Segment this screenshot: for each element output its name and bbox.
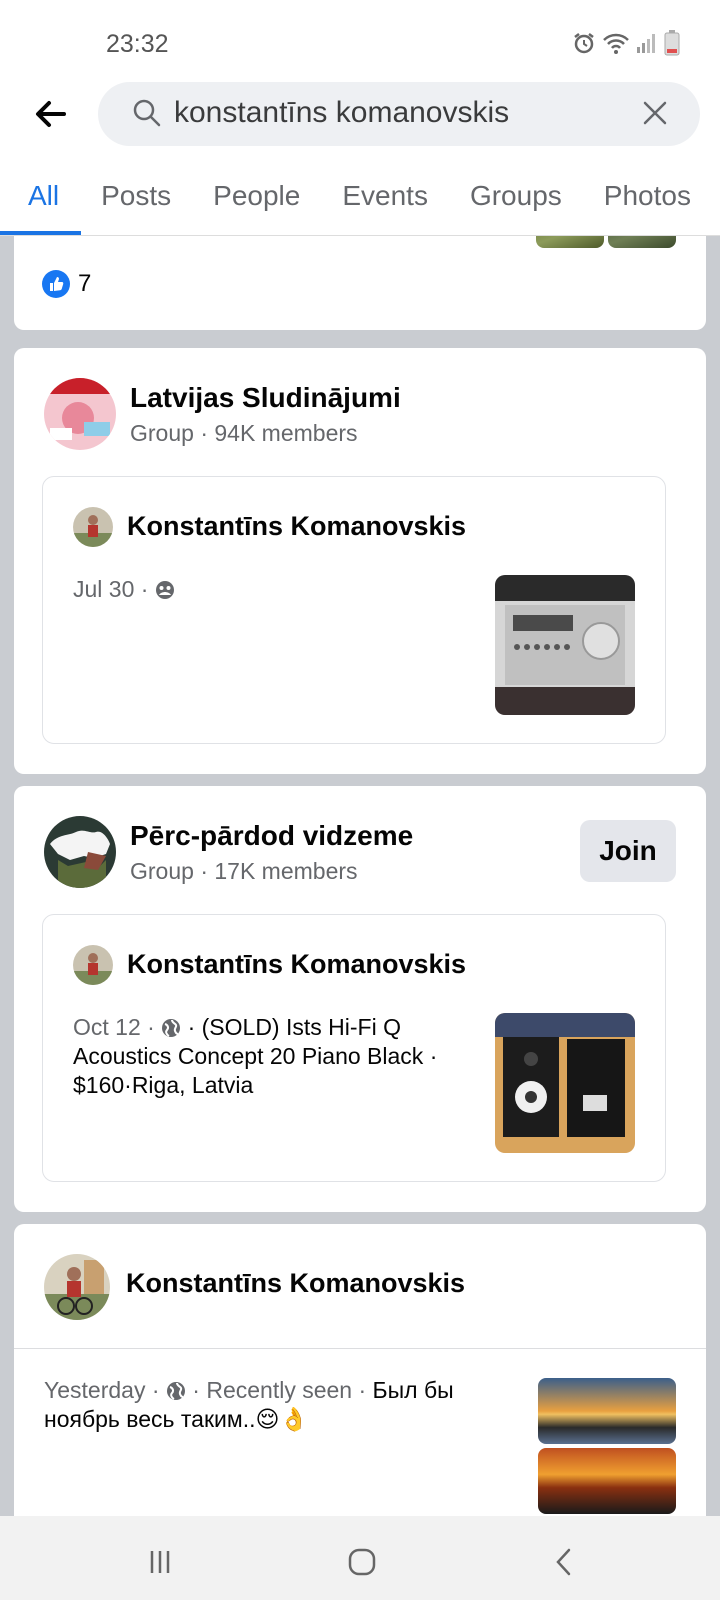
group-result-card[interactable]: Pērc-pārdod vidzeme Group · 17K members … xyxy=(14,786,706,1212)
system-nav-bar xyxy=(0,1516,720,1600)
clear-search-icon[interactable] xyxy=(640,98,670,133)
photo-thumbnail[interactable] xyxy=(536,236,604,248)
group-post[interactable]: Konstantīns Komanovskis Jul 30 · xyxy=(42,476,666,744)
search-icon xyxy=(132,98,162,133)
globe-icon xyxy=(166,1377,186,1403)
author-avatar[interactable] xyxy=(44,1254,110,1320)
group-result-card[interactable]: Latvijas Sludinājumi Group · 94K members… xyxy=(14,348,706,774)
group-avatar[interactable] xyxy=(44,378,116,450)
group-name[interactable]: Latvijas Sludinājumi xyxy=(130,382,401,414)
sunset-photo[interactable] xyxy=(538,1378,676,1444)
author-avatar[interactable] xyxy=(73,945,113,985)
post-result-card[interactable]: Konstantīns Komanovskis Yesterday · · Re… xyxy=(14,1224,706,1516)
group-post[interactable]: Konstantīns Komanovskis Oct 12 · · (SOLD… xyxy=(42,914,666,1182)
tab-groups[interactable]: Groups xyxy=(470,160,562,235)
reaction-count[interactable]: 7 xyxy=(42,270,91,298)
author-name[interactable]: Konstantīns Komanovskis xyxy=(127,511,466,542)
group-subtitle: Group · 94K members xyxy=(130,420,358,446)
group-avatar[interactable] xyxy=(44,816,116,888)
author-name[interactable]: Konstantīns Komanovskis xyxy=(127,949,466,980)
post-photo[interactable] xyxy=(495,575,635,715)
globe-icon xyxy=(161,1014,181,1040)
author-name[interactable]: Konstantīns Komanovskis xyxy=(126,1268,465,1299)
tab-photos[interactable]: Photos xyxy=(604,160,691,235)
recent-apps-icon[interactable] xyxy=(140,1542,180,1582)
result-card: 7 xyxy=(14,236,706,330)
status-time: 23:32 xyxy=(106,30,169,58)
wifi-icon xyxy=(602,31,630,60)
signal-icon xyxy=(636,31,658,60)
sunset-photo[interactable] xyxy=(538,1448,676,1514)
join-button[interactable]: Join xyxy=(580,820,676,882)
post-meta: Yesterday · · Recently seen · Был бы ноя… xyxy=(44,1376,494,1434)
post-date: Jul 30 · xyxy=(73,576,149,602)
post-meta: Oct 12 · · (SOLD) Ists Hi-Fi Q Acoustics… xyxy=(73,1013,463,1100)
search-query[interactable]: konstantīns komanovskis xyxy=(174,96,509,130)
group-subtitle: Group · 17K members xyxy=(130,858,358,884)
like-count: 7 xyxy=(78,270,92,297)
back-arrow-icon[interactable] xyxy=(28,92,72,136)
like-icon xyxy=(42,270,70,298)
group-name[interactable]: Pērc-pārdod vidzeme xyxy=(130,820,413,852)
back-icon[interactable] xyxy=(544,1542,584,1582)
recently-seen: · Recently seen · xyxy=(192,1377,367,1403)
status-bar: 23:32 xyxy=(0,0,720,80)
post-meta: Jul 30 · xyxy=(73,575,463,604)
results-feed[interactable]: 7 Latvijas Sludinājumi Group · 94K membe… xyxy=(0,236,720,1516)
battery-icon xyxy=(664,30,680,61)
search-input[interactable]: konstantīns komanovskis xyxy=(98,82,700,146)
post-photo[interactable] xyxy=(495,1013,635,1153)
tab-posts[interactable]: Posts xyxy=(101,160,171,235)
post-date: Yesterday · xyxy=(44,1377,160,1403)
tab-all[interactable]: All xyxy=(0,160,82,235)
author-avatar[interactable] xyxy=(73,507,113,547)
tab-events[interactable]: Events xyxy=(342,160,428,235)
search-filter-tabs: All Posts People Events Groups Photos xyxy=(0,160,720,236)
alarm-icon xyxy=(572,31,596,60)
search-header: konstantīns komanovskis xyxy=(0,80,720,160)
post-thumbnails[interactable] xyxy=(536,236,676,248)
group-privacy-icon xyxy=(155,576,175,602)
post-photos[interactable] xyxy=(538,1378,676,1516)
status-icons xyxy=(572,30,680,61)
tab-people[interactable]: People xyxy=(213,160,300,235)
divider xyxy=(14,1348,706,1349)
home-icon[interactable] xyxy=(342,1542,382,1582)
post-date: Oct 12 · xyxy=(73,1014,155,1040)
photo-thumbnail[interactable] xyxy=(608,236,676,248)
